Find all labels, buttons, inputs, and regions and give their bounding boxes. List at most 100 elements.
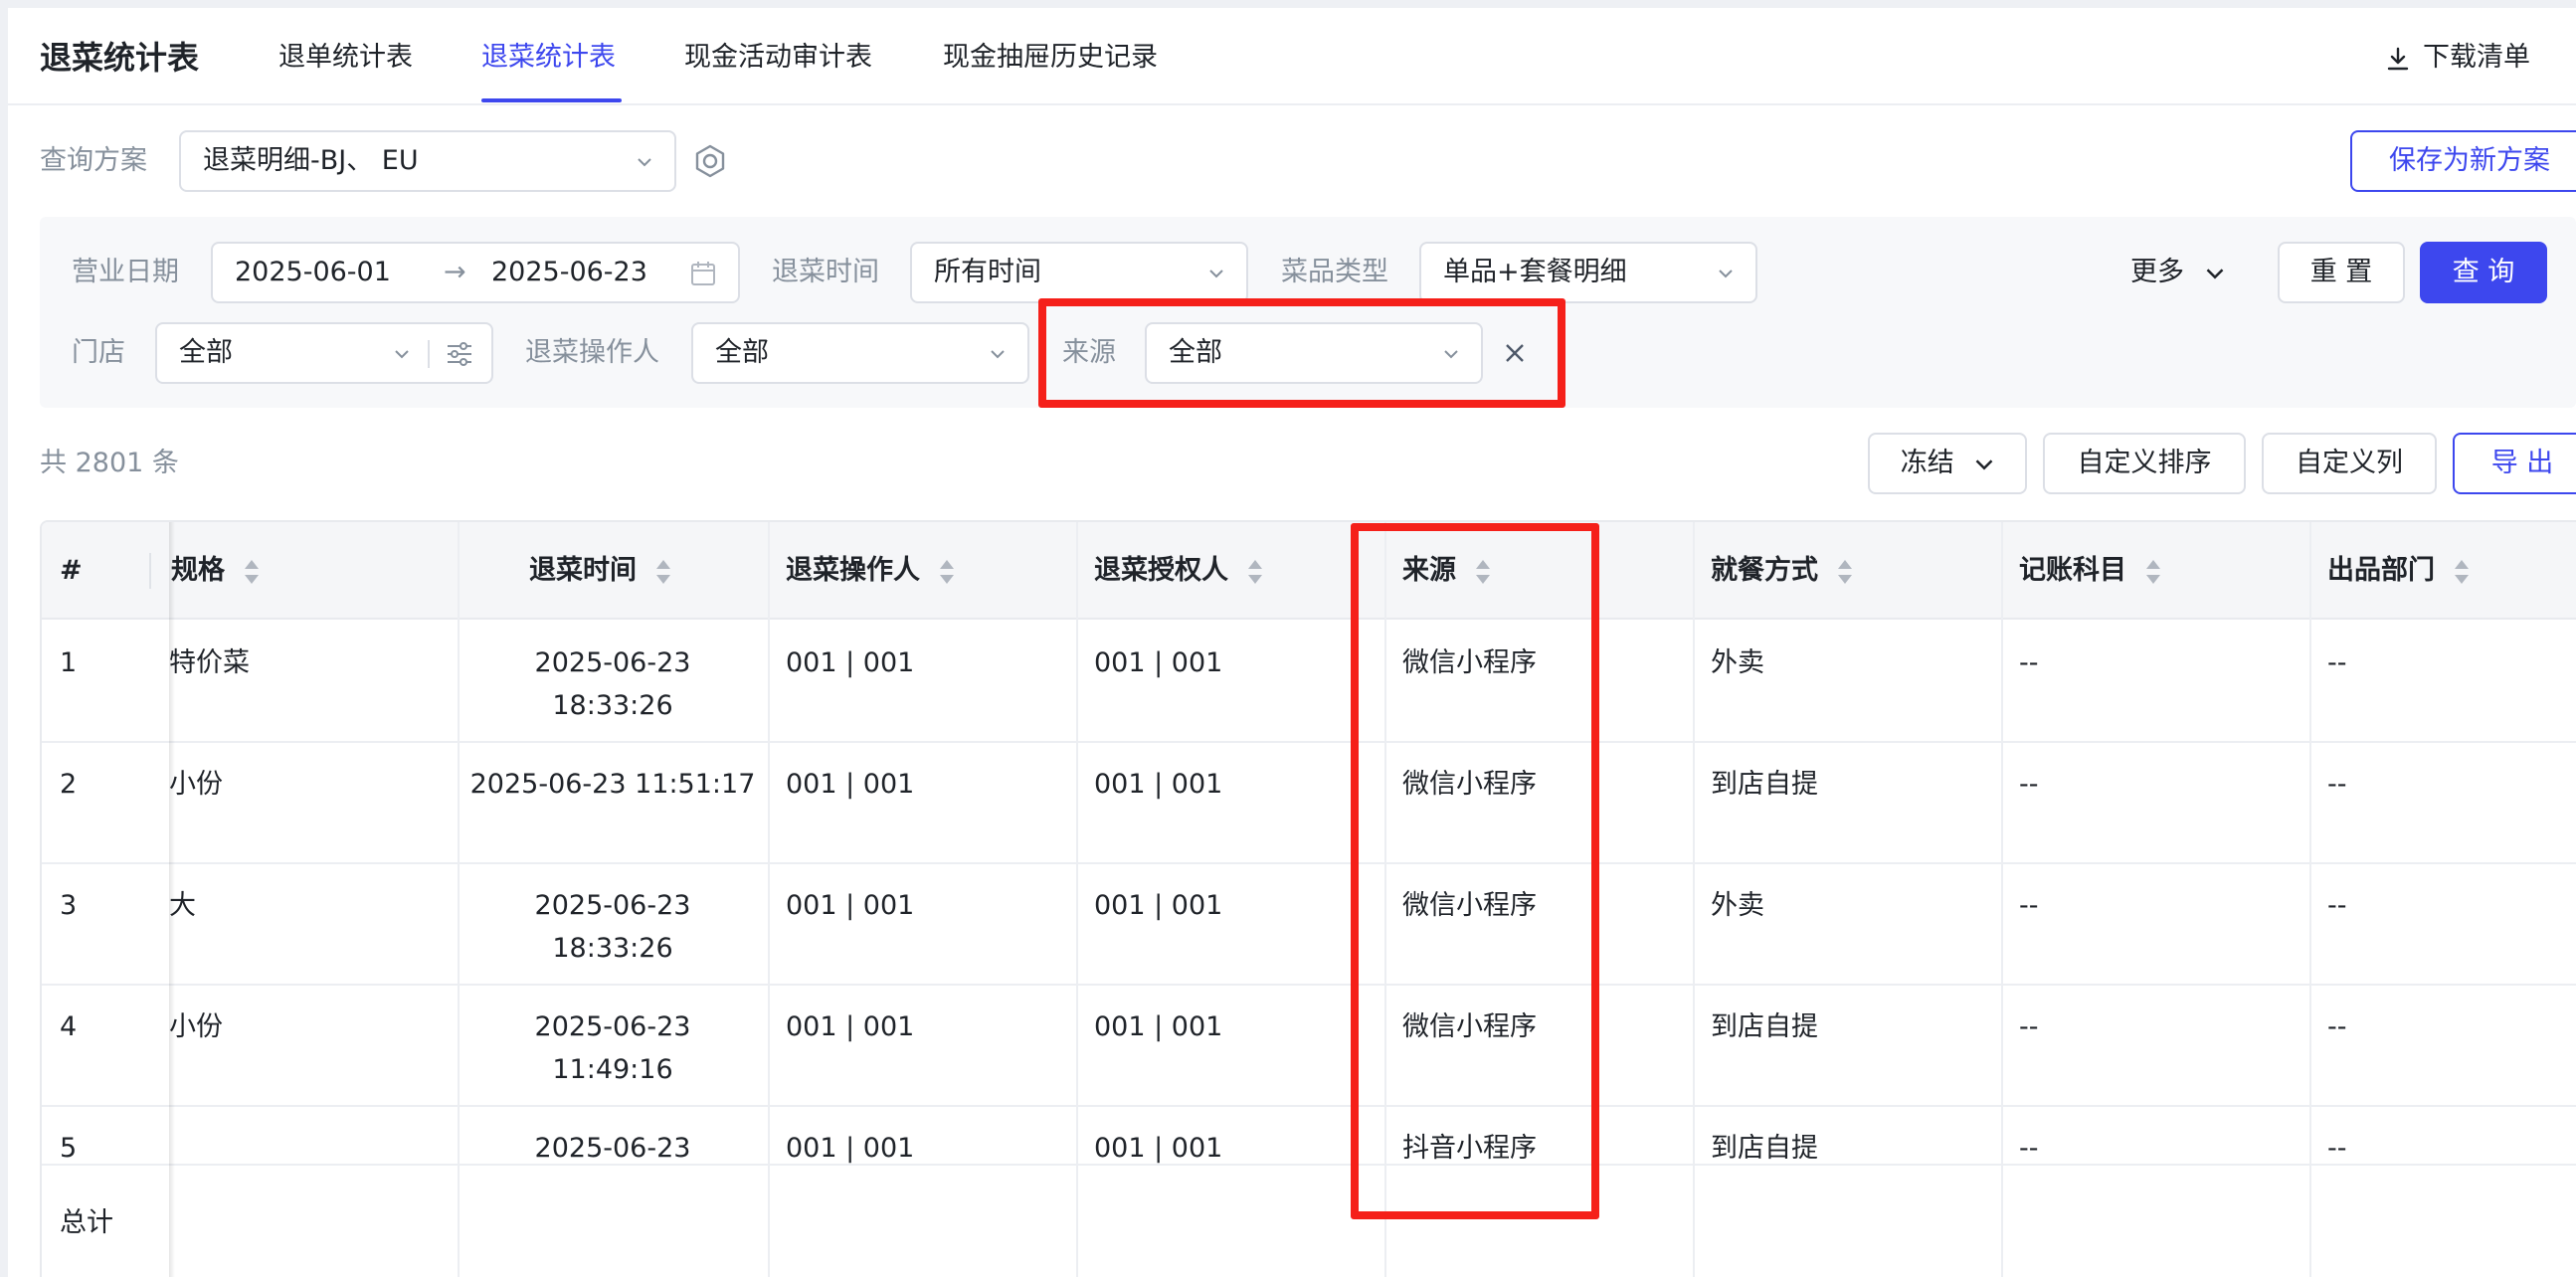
- total-count: 共 2801 条: [40, 448, 179, 478]
- save-new-scheme-button[interactable]: 保存为新方案: [2350, 130, 2576, 192]
- chevron-down-icon: [1975, 458, 1993, 470]
- more-filters-toggle[interactable]: 更多: [2130, 242, 2225, 303]
- source-filter-highlight-box: [1038, 298, 1565, 408]
- scheme-label: 查询方案: [40, 145, 147, 176]
- cell-index: 2: [60, 769, 78, 800]
- cell-return-time: 2025-06-23 11:49:16: [534, 1011, 691, 1085]
- column-divider: [2309, 1166, 2311, 1277]
- column-header-dining-mode-label: 就餐方式: [1711, 555, 1818, 586]
- cell-dining-mode: 外卖: [1711, 890, 1764, 921]
- download-list-label: 下载清单: [2423, 42, 2530, 73]
- custom-columns-button[interactable]: 自定义列: [2262, 433, 2437, 494]
- column-header-authorizer[interactable]: 退菜授权人: [1094, 522, 1264, 620]
- column-divider: [1076, 1166, 1078, 1277]
- store-label: 门店: [72, 337, 125, 368]
- fixed-column-shadow: [169, 522, 175, 1277]
- row-divider: [42, 984, 2576, 986]
- tab-cash-drawer-history[interactable]: 现金抽屉历史记录: [943, 28, 1158, 88]
- download-list-button[interactable]: 下载清单: [2387, 28, 2530, 88]
- scheme-select[interactable]: 退菜明细-BJ、 EU: [179, 130, 676, 192]
- sort-icon[interactable]: [2144, 558, 2162, 586]
- cell-spec: 特价菜: [169, 647, 250, 678]
- sliders-icon[interactable]: [446, 341, 473, 367]
- row-divider: [42, 862, 2576, 864]
- settings-gear-icon[interactable]: [693, 144, 727, 178]
- cell-dining-mode: 到店自提: [1711, 769, 1818, 800]
- column-header-department[interactable]: 出品部门: [2327, 522, 2471, 620]
- cell-authorizer: 001 | 001: [1094, 769, 1223, 800]
- return-time-label: 退菜时间: [772, 257, 879, 287]
- sort-icon[interactable]: [938, 558, 956, 586]
- column-header-return-time[interactable]: 退菜时间: [529, 522, 672, 620]
- operator-select[interactable]: 全部: [691, 322, 1029, 384]
- store-select[interactable]: 全部: [155, 322, 493, 384]
- chevron-down-icon: [991, 350, 1005, 359]
- custom-sort-button[interactable]: 自定义排序: [2043, 433, 2246, 494]
- data-table: # 规格 退菜时间 退菜操作人 退菜授权人 来源 就餐方式 记账科目 出品部门 …: [40, 520, 2576, 1277]
- cell-department: --: [2327, 647, 2347, 678]
- scheme-value: 退菜明细-BJ、 EU: [203, 145, 419, 176]
- row-divider: [42, 741, 2576, 743]
- tab-return-order-stats[interactable]: 退单统计表: [278, 28, 413, 88]
- column-header-index: #: [60, 555, 83, 586]
- chevron-down-icon: [395, 350, 409, 359]
- sort-icon[interactable]: [2453, 558, 2471, 586]
- operator-value: 全部: [715, 337, 769, 368]
- download-icon: [2387, 47, 2409, 70]
- cell-account: --: [2019, 1011, 2039, 1042]
- column-header-return-time-label: 退菜时间: [529, 555, 637, 586]
- cell-operator: 001 | 001: [786, 647, 915, 678]
- column-header-account[interactable]: 记账科目: [2019, 522, 2162, 620]
- business-date-label: 营业日期: [72, 257, 179, 287]
- cell-account: --: [2019, 769, 2039, 800]
- cell-return-time: 2025-06-23 18:33:26: [534, 647, 691, 721]
- tab-cash-activity-audit[interactable]: 现金活动审计表: [684, 28, 872, 88]
- chevron-down-icon: [638, 158, 651, 167]
- table-header: [42, 522, 2576, 620]
- sort-icon[interactable]: [243, 558, 261, 586]
- dish-type-label: 菜品类型: [1281, 257, 1388, 287]
- chevron-down-icon: [2206, 268, 2223, 279]
- store-value: 全部: [179, 337, 233, 368]
- query-button[interactable]: 查 询: [2420, 242, 2547, 303]
- business-date-range-picker[interactable]: 2025-06-01 → 2025-06-23: [211, 242, 740, 303]
- column-divider: [1693, 1166, 1695, 1277]
- column-header-spec-label: 规格: [171, 555, 225, 586]
- sort-icon[interactable]: [654, 558, 672, 586]
- cell-return-time: 2025-06-23 18:33:26: [534, 890, 691, 964]
- return-time-value: 所有时间: [934, 257, 1041, 287]
- tab-return-dish-stats[interactable]: 退菜统计表: [481, 28, 616, 88]
- chevron-down-icon: [1719, 270, 1733, 278]
- dish-type-select[interactable]: 单品+套餐明细: [1419, 242, 1757, 303]
- cell-return-time: 2025-06-23 11:51:17: [469, 769, 756, 800]
- cell-authorizer: 001 | 001: [1094, 890, 1223, 921]
- dish-type-value: 单品+套餐明细: [1443, 257, 1627, 287]
- column-header-operator[interactable]: 退菜操作人: [786, 522, 956, 620]
- column-header-authorizer-label: 退菜授权人: [1094, 555, 1228, 586]
- cell-operator: 001 | 001: [786, 1011, 915, 1042]
- cell-department: --: [2327, 1011, 2347, 1042]
- column-header-dining-mode[interactable]: 就餐方式: [1711, 522, 1854, 620]
- calendar-icon: [691, 262, 715, 285]
- cell-department: --: [2327, 890, 2347, 921]
- cell-authorizer: 001 | 001: [1094, 647, 1223, 678]
- business-date-start: 2025-06-01: [235, 257, 391, 287]
- header-divider: [8, 103, 2576, 105]
- operator-label: 退菜操作人: [525, 337, 659, 368]
- business-date-end: 2025-06-23: [491, 257, 647, 287]
- sort-icon[interactable]: [1836, 558, 1854, 586]
- return-time-select[interactable]: 所有时间: [910, 242, 1248, 303]
- row-divider: [42, 1105, 2576, 1107]
- export-button[interactable]: 导 出: [2453, 433, 2576, 494]
- total-row: 总计: [42, 1164, 2576, 1277]
- sort-icon[interactable]: [1246, 558, 1264, 586]
- column-divider: [149, 553, 151, 589]
- range-arrow-icon: →: [444, 257, 466, 287]
- column-header-spec[interactable]: 规格: [171, 522, 261, 620]
- active-tab-indicator: [481, 98, 622, 102]
- cell-account: --: [2019, 647, 2039, 678]
- freeze-button[interactable]: 冻结: [1868, 433, 2027, 494]
- reset-button[interactable]: 重 置: [2278, 242, 2405, 303]
- cell-spec: 小份: [169, 769, 223, 800]
- page-title: 退菜统计表: [40, 39, 200, 77]
